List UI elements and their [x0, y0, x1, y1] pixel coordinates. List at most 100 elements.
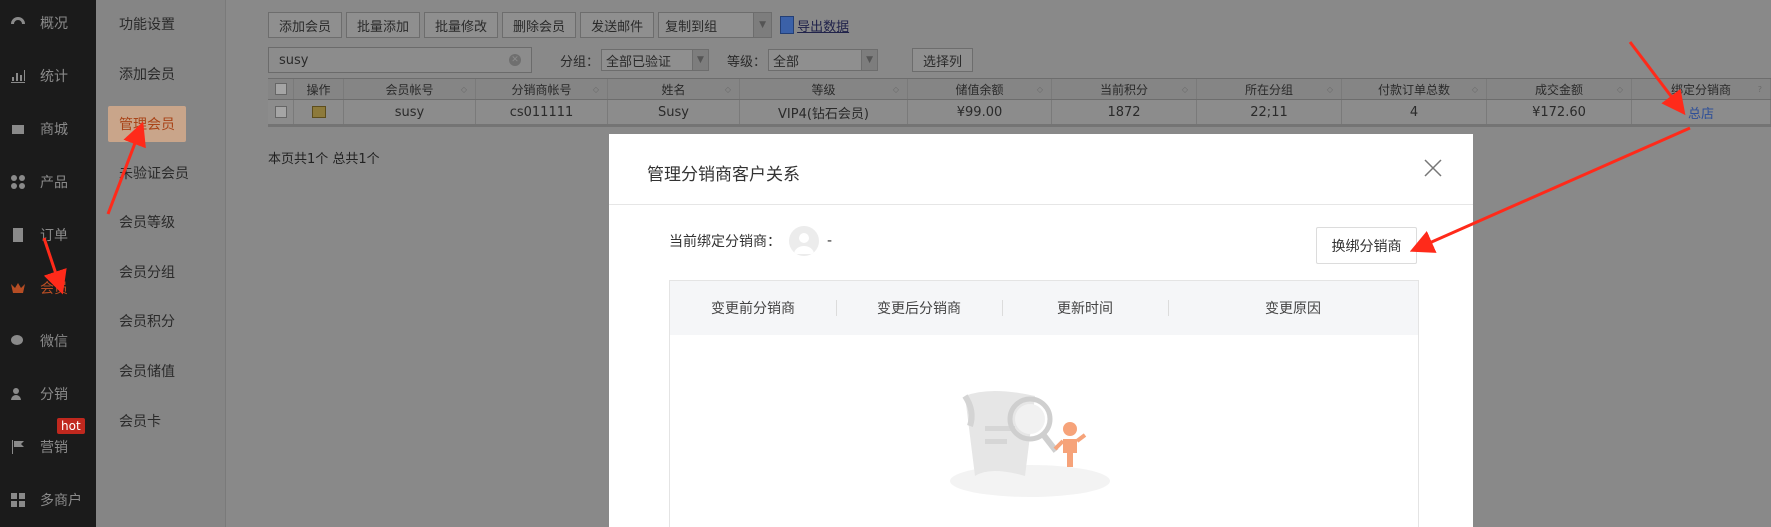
subnav-item-points[interactable]: 会员积分 — [119, 311, 175, 331]
chevron-down-icon: ▼ — [861, 50, 878, 70]
row-checkbox[interactable] — [274, 106, 287, 118]
help-icon: ? — [1757, 84, 1762, 94]
nav-label: 统计 — [40, 69, 68, 85]
column-header-label: 当前积分 — [1099, 82, 1148, 97]
nav-label: 微信 — [40, 334, 68, 350]
column-header: 更新时间 — [1002, 298, 1168, 318]
column-header[interactable]: 等级 ◇ — [740, 79, 908, 99]
column-header-label: 分销商帐号 — [511, 82, 572, 97]
batch-add-button[interactable]: 批量添加 — [346, 12, 421, 38]
edit-icon[interactable] — [311, 106, 326, 118]
sort-icon: ◇ — [1036, 84, 1043, 94]
table-cell: Susy — [608, 100, 740, 124]
group-label: 分组： — [560, 54, 600, 70]
column-header[interactable]: 当前积分 ◇ — [1052, 79, 1197, 99]
subnav-item-settings[interactable]: 功能设置 — [119, 14, 175, 34]
table-cell: 22;11 — [1197, 100, 1342, 124]
subnav-item-member-card[interactable]: 会员卡 — [119, 411, 161, 431]
select-all-checkbox-cell[interactable] — [268, 79, 294, 99]
sort-icon: ◇ — [592, 84, 599, 94]
sort-icon: ◇ — [724, 84, 731, 94]
table-cell: VIP4(钻石会员) — [740, 100, 908, 124]
column-header-label: 姓名 — [661, 82, 686, 97]
subnav-item-stored-value[interactable]: 会员储值 — [119, 361, 175, 381]
nav-item-mall[interactable]: 商城 — [0, 104, 96, 154]
sort-icon: ◇ — [460, 84, 467, 94]
column-header: 变更前分销商 — [711, 301, 795, 317]
sort-icon: ◇ — [1181, 84, 1188, 94]
clear-icon[interactable]: ✕ — [509, 54, 521, 66]
subnav-item-unverified[interactable]: 未验证会员 — [119, 163, 189, 183]
export-data-link[interactable]: 导出数据 — [780, 16, 849, 35]
column-header[interactable]: 姓名 ◇ — [608, 79, 740, 99]
flag-icon — [8, 437, 28, 457]
current-distributor-row: 当前绑定分销商： - — [669, 226, 832, 256]
page-info: 本页共1个 总共1个 — [268, 152, 380, 167]
group-select[interactable]: 全部已验证 ▼ — [601, 49, 710, 71]
wechat-icon — [8, 331, 28, 351]
column-header[interactable]: 绑定分销商? — [1632, 79, 1771, 99]
close-icon[interactable] — [1423, 158, 1443, 178]
level-label: 等级： — [727, 54, 767, 70]
column-header[interactable]: 付款订单总数 ◇ — [1342, 79, 1487, 99]
nav-label: 概况 — [40, 16, 68, 32]
batch-edit-button[interactable]: 批量修改 — [424, 12, 499, 38]
column-header[interactable]: 所在分组 ◇ — [1197, 79, 1342, 99]
filter-bar: susy ✕ 分组： 全部已验证 ▼ 等级： 全部 ▼ 选择列 — [268, 46, 974, 74]
nav-label: 多商户 — [40, 493, 82, 509]
nav-item-wechat[interactable]: 微信 — [0, 316, 96, 366]
column-header: 变更后分销商 — [836, 298, 1002, 318]
modal-title: 管理分销商客户关系 — [647, 165, 800, 185]
modal-divider — [609, 204, 1473, 205]
change-history-table: 变更前分销商 变更后分销商 更新时间 变更原因 — [669, 280, 1419, 527]
column-header-label: 成交金额 — [1534, 82, 1583, 97]
table-cell: ¥99.00 — [908, 100, 1052, 124]
column-header-label: 付款订单总数 — [1377, 82, 1450, 97]
column-header-label: 等级 — [811, 82, 836, 97]
table-cell: ¥172.60 — [1487, 100, 1632, 124]
nav-item-order[interactable]: 订单 — [0, 210, 96, 260]
row-checkbox-cell[interactable] — [268, 100, 294, 124]
table-header: 操作 会员帐号 ◇ 分销商帐号 ◇ 姓名 ◇ 等级 ◇ 储值余额 ◇ 当前积分 ◇ 所在分组… — [268, 78, 1771, 100]
table-row: susy cs011111 Susy VIP4(钻石会员) ¥99.00 187… — [268, 100, 1771, 127]
current-distributor-label: 当前绑定分销商： — [669, 234, 781, 250]
subnav-item-manage-member[interactable]: 管理会员 — [108, 106, 186, 142]
nav-item-stats[interactable]: 统计 — [0, 51, 96, 101]
column-header[interactable]: 成交金额 ◇ — [1487, 79, 1632, 99]
nav-label: 分销 — [40, 387, 68, 403]
send-email-button[interactable]: 发送邮件 — [580, 12, 655, 38]
nav-label: 产品 — [40, 175, 68, 191]
column-header-label: 会员帐号 — [385, 82, 434, 97]
nav-item-multi-merchant[interactable]: 多商户 — [0, 475, 96, 525]
delete-member-button[interactable]: 删除会员 — [502, 12, 577, 38]
table-cell: cs011111 — [476, 100, 608, 124]
bound-distributor-link[interactable]: 总店 — [1632, 100, 1771, 124]
current-distributor-value: - — [827, 233, 833, 249]
copy-to-group-select[interactable]: 复制到组 ▼ — [658, 12, 773, 38]
select-all-checkbox[interactable] — [274, 83, 287, 95]
rebind-distributor-button[interactable]: 换绑分销商 — [1316, 227, 1417, 264]
sub-nav: 功能设置 添加会员 管理会员 未验证会员 会员等级 会员分组 会员积分 会员储值… — [96, 0, 226, 527]
avatar — [789, 226, 819, 256]
nav-label: 会员 — [40, 281, 68, 297]
subnav-item-groups[interactable]: 会员分组 — [119, 262, 175, 282]
nav-item-member[interactable]: 会员 — [0, 263, 96, 313]
add-member-button[interactable]: 添加会员 — [268, 12, 343, 38]
search-input[interactable]: susy ✕ — [268, 47, 532, 73]
nav-item-marketing[interactable]: 营销 — [0, 422, 96, 472]
select-columns-button[interactable]: 选择列 — [912, 48, 974, 72]
chevron-down-icon: ▼ — [692, 50, 709, 70]
subnav-item-levels[interactable]: 会员等级 — [119, 212, 175, 232]
nav-item-distribution[interactable]: 分销 — [0, 369, 96, 419]
column-header: 操作 — [294, 79, 344, 99]
column-header[interactable]: 会员帐号 ◇ — [344, 79, 476, 99]
nav-label: 营销 — [40, 440, 68, 456]
level-select-value: 全部 — [773, 54, 800, 70]
subnav-item-add-member[interactable]: 添加会员 — [119, 64, 175, 84]
column-header[interactable]: 储值余额 ◇ — [908, 79, 1052, 99]
nav-item-product[interactable]: 产品 — [0, 157, 96, 207]
nav-item-overview[interactable]: 概况 — [0, 0, 96, 48]
level-select[interactable]: 全部 ▼ — [768, 49, 879, 71]
distribution-icon — [8, 384, 28, 404]
column-header[interactable]: 分销商帐号 ◇ — [476, 79, 608, 99]
